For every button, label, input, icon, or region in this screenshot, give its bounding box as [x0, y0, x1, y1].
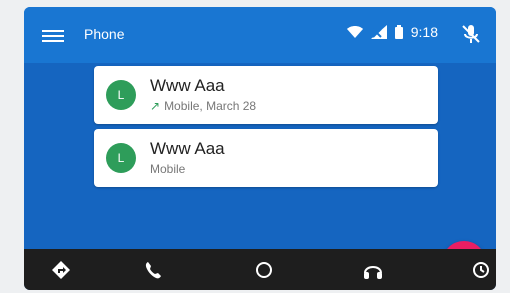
- menu-icon[interactable]: [42, 27, 64, 45]
- call-detail: Mobile: [150, 162, 185, 176]
- avatar: L: [106, 80, 136, 110]
- wifi-icon: [346, 26, 363, 38]
- contact-name: Www Aaa: [150, 139, 225, 158]
- call-entry[interactable]: L Www Aaa ↗ Mobile, March 28: [94, 66, 438, 124]
- call-detail-text: Mobile, March 28: [164, 99, 257, 113]
- phone-icon[interactable]: [142, 259, 164, 281]
- recent-icon[interactable]: [470, 259, 492, 281]
- bottom-navigation-bar: [24, 249, 496, 290]
- outgoing-call-arrow-icon: ↗: [150, 99, 161, 113]
- status-icons: 9:18: [346, 24, 438, 40]
- avatar: L: [106, 143, 136, 173]
- app-title: Phone: [84, 26, 125, 42]
- clock: 9:18: [410, 24, 438, 40]
- battery-icon: [394, 25, 403, 39]
- call-history-list: L Www Aaa ↗ Mobile, March 28 L Www Aaa M…: [24, 63, 496, 285]
- call-detail-text: Mobile: [150, 162, 186, 176]
- call-detail: ↗ Mobile, March 28: [150, 99, 256, 113]
- contact-name: Www Aaa: [150, 76, 225, 95]
- no-signal-icon: [370, 25, 387, 39]
- mic-off-icon[interactable]: [460, 23, 482, 45]
- android-auto-screen: Phone 9:18 L Www Aaa ↗ Mobile, March 28 …: [24, 7, 496, 290]
- navigation-icon[interactable]: [50, 259, 72, 281]
- headphones-icon[interactable]: [362, 259, 384, 281]
- status-bar: Phone 9:18: [24, 7, 496, 63]
- home-circle-icon[interactable]: [253, 259, 275, 281]
- call-entry[interactable]: L Www Aaa Mobile: [94, 129, 438, 187]
